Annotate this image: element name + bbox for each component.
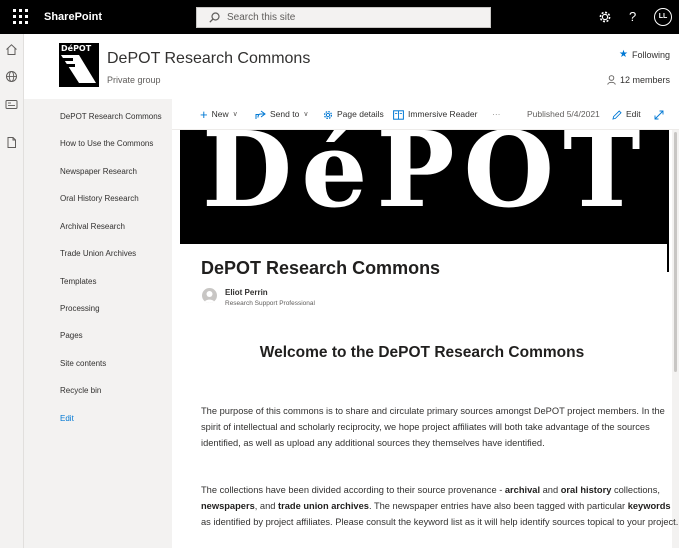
intro-paragraph: The purpose of this commons is to share …	[201, 406, 665, 448]
nav-item-trade-union-archives[interactable]: Trade Union Archives	[60, 249, 136, 258]
site-subtitle: Private group	[107, 75, 161, 85]
welcome-heading: Welcome to the DePOT Research Commons	[259, 344, 585, 361]
site-header: DéPOT DePOT Research Commons Private gro…	[24, 34, 679, 99]
edit-button[interactable]: Edit	[612, 99, 641, 130]
text-run: . The newspaper entries have also been t…	[368, 501, 628, 511]
text-run: collections,	[611, 485, 660, 495]
page-title: DePOT Research Commons	[201, 258, 441, 278]
immersive-reader-button[interactable]: Immersive Reader	[393, 99, 477, 130]
nav-item-processing[interactable]: Processing	[60, 304, 100, 313]
members-button[interactable]: 12 members	[607, 75, 670, 85]
author-role: Research Support Professional	[225, 300, 315, 307]
text-run: , and	[254, 501, 279, 511]
page-details-button[interactable]: Page details	[323, 99, 384, 130]
keyword-oral-history: oral history	[560, 485, 612, 495]
nav-edit-link[interactable]: Edit	[60, 414, 74, 423]
page-details-label: Page details	[337, 109, 384, 119]
send-to-label: Send to	[270, 109, 300, 119]
nav-item-research-commons[interactable]: DePOT Research Commons	[60, 112, 162, 121]
immersive-reader-label: Immersive Reader	[408, 109, 478, 119]
chevron-down-icon: ∨	[232, 111, 238, 118]
site-title[interactable]: DePOT Research Commons	[107, 50, 310, 68]
more-options-button[interactable]: ···	[492, 99, 501, 130]
search-icon	[209, 12, 220, 23]
app-launcher-icon[interactable]	[12, 8, 30, 26]
nav-item-how-to-use[interactable]: How to Use the Commons	[60, 139, 153, 148]
user-avatar[interactable]: LL	[654, 8, 672, 26]
members-label: 12 members	[619, 75, 670, 85]
suite-bar: SharePoint Search this site ? LL	[0, 0, 679, 34]
document-icon[interactable]	[5, 136, 18, 149]
star-icon: ★	[619, 49, 628, 60]
command-bar: + New ∨ Send to ∨ Page details Immersive…	[172, 99, 679, 130]
banner-text: DéPOT	[202, 130, 650, 231]
nav-item-newspaper-research[interactable]: Newspaper Research	[60, 167, 137, 176]
site-logo[interactable]: DéPOT	[59, 43, 99, 87]
keyword-archival: archival	[504, 485, 541, 495]
text-run: and	[540, 485, 561, 495]
keyword-trade-union-archives: trade union archives	[278, 501, 369, 511]
globe-icon[interactable]	[5, 70, 18, 83]
page-canvas: DéPOT DePOT Research Commons Eliot Perri…	[172, 130, 679, 548]
edit-label: Edit	[626, 109, 641, 119]
left-navigation: DePOT Research Commons How to Use the Co…	[24, 99, 172, 548]
nav-item-recycle-bin[interactable]: Recycle bin	[60, 386, 101, 395]
news-icon[interactable]	[5, 98, 18, 111]
text-run: The collections have been divided accord…	[201, 485, 505, 495]
nav-item-archival-research[interactable]: Archival Research	[60, 222, 125, 231]
nav-item-pages[interactable]: Pages	[60, 331, 83, 340]
following-label: Following	[631, 49, 670, 60]
plus-icon: +	[200, 107, 208, 122]
following-button[interactable]: ★ Following	[619, 49, 670, 60]
app-bar	[0, 34, 24, 548]
home-icon[interactable]	[5, 43, 18, 56]
logo-graphic	[61, 55, 96, 83]
nav-item-oral-history-research[interactable]: Oral History Research	[60, 194, 139, 203]
pencil-icon	[612, 109, 622, 120]
search-placeholder: Search this site	[227, 12, 296, 23]
chevron-down-icon: ∨	[303, 111, 309, 118]
published-date: Published 5/4/2021	[527, 109, 600, 119]
nav-item-templates[interactable]: Templates	[60, 277, 96, 286]
settings-gear-icon[interactable]	[598, 10, 612, 24]
send-to-button[interactable]: Send to ∨	[255, 99, 308, 130]
app-name[interactable]: SharePoint	[44, 0, 102, 34]
collections-paragraph: The collections have been divided accord…	[201, 482, 679, 530]
keyword-newspapers: newspapers	[201, 501, 255, 511]
help-icon[interactable]: ?	[629, 0, 636, 34]
author-avatar[interactable]	[202, 288, 217, 303]
keyword-keywords: keywords	[627, 501, 671, 511]
share-icon	[255, 110, 266, 119]
new-button[interactable]: + New ∨	[200, 99, 238, 130]
hero-banner-image: DéPOT	[180, 130, 669, 244]
text-run: as identified by project affiliates. Ple…	[201, 517, 679, 527]
scrollbar-thumb[interactable]	[674, 132, 677, 372]
banner-edge	[667, 130, 669, 272]
search-input[interactable]: Search this site	[196, 7, 491, 28]
author-name[interactable]: Eliot Perrin	[225, 288, 268, 297]
expand-icon[interactable]	[654, 110, 664, 120]
nav-item-site-contents[interactable]: Site contents	[60, 359, 106, 368]
reader-icon	[393, 109, 404, 120]
person-icon	[607, 75, 616, 85]
person-icon	[204, 291, 215, 303]
new-label: New	[211, 109, 229, 119]
gear-icon	[323, 110, 333, 119]
